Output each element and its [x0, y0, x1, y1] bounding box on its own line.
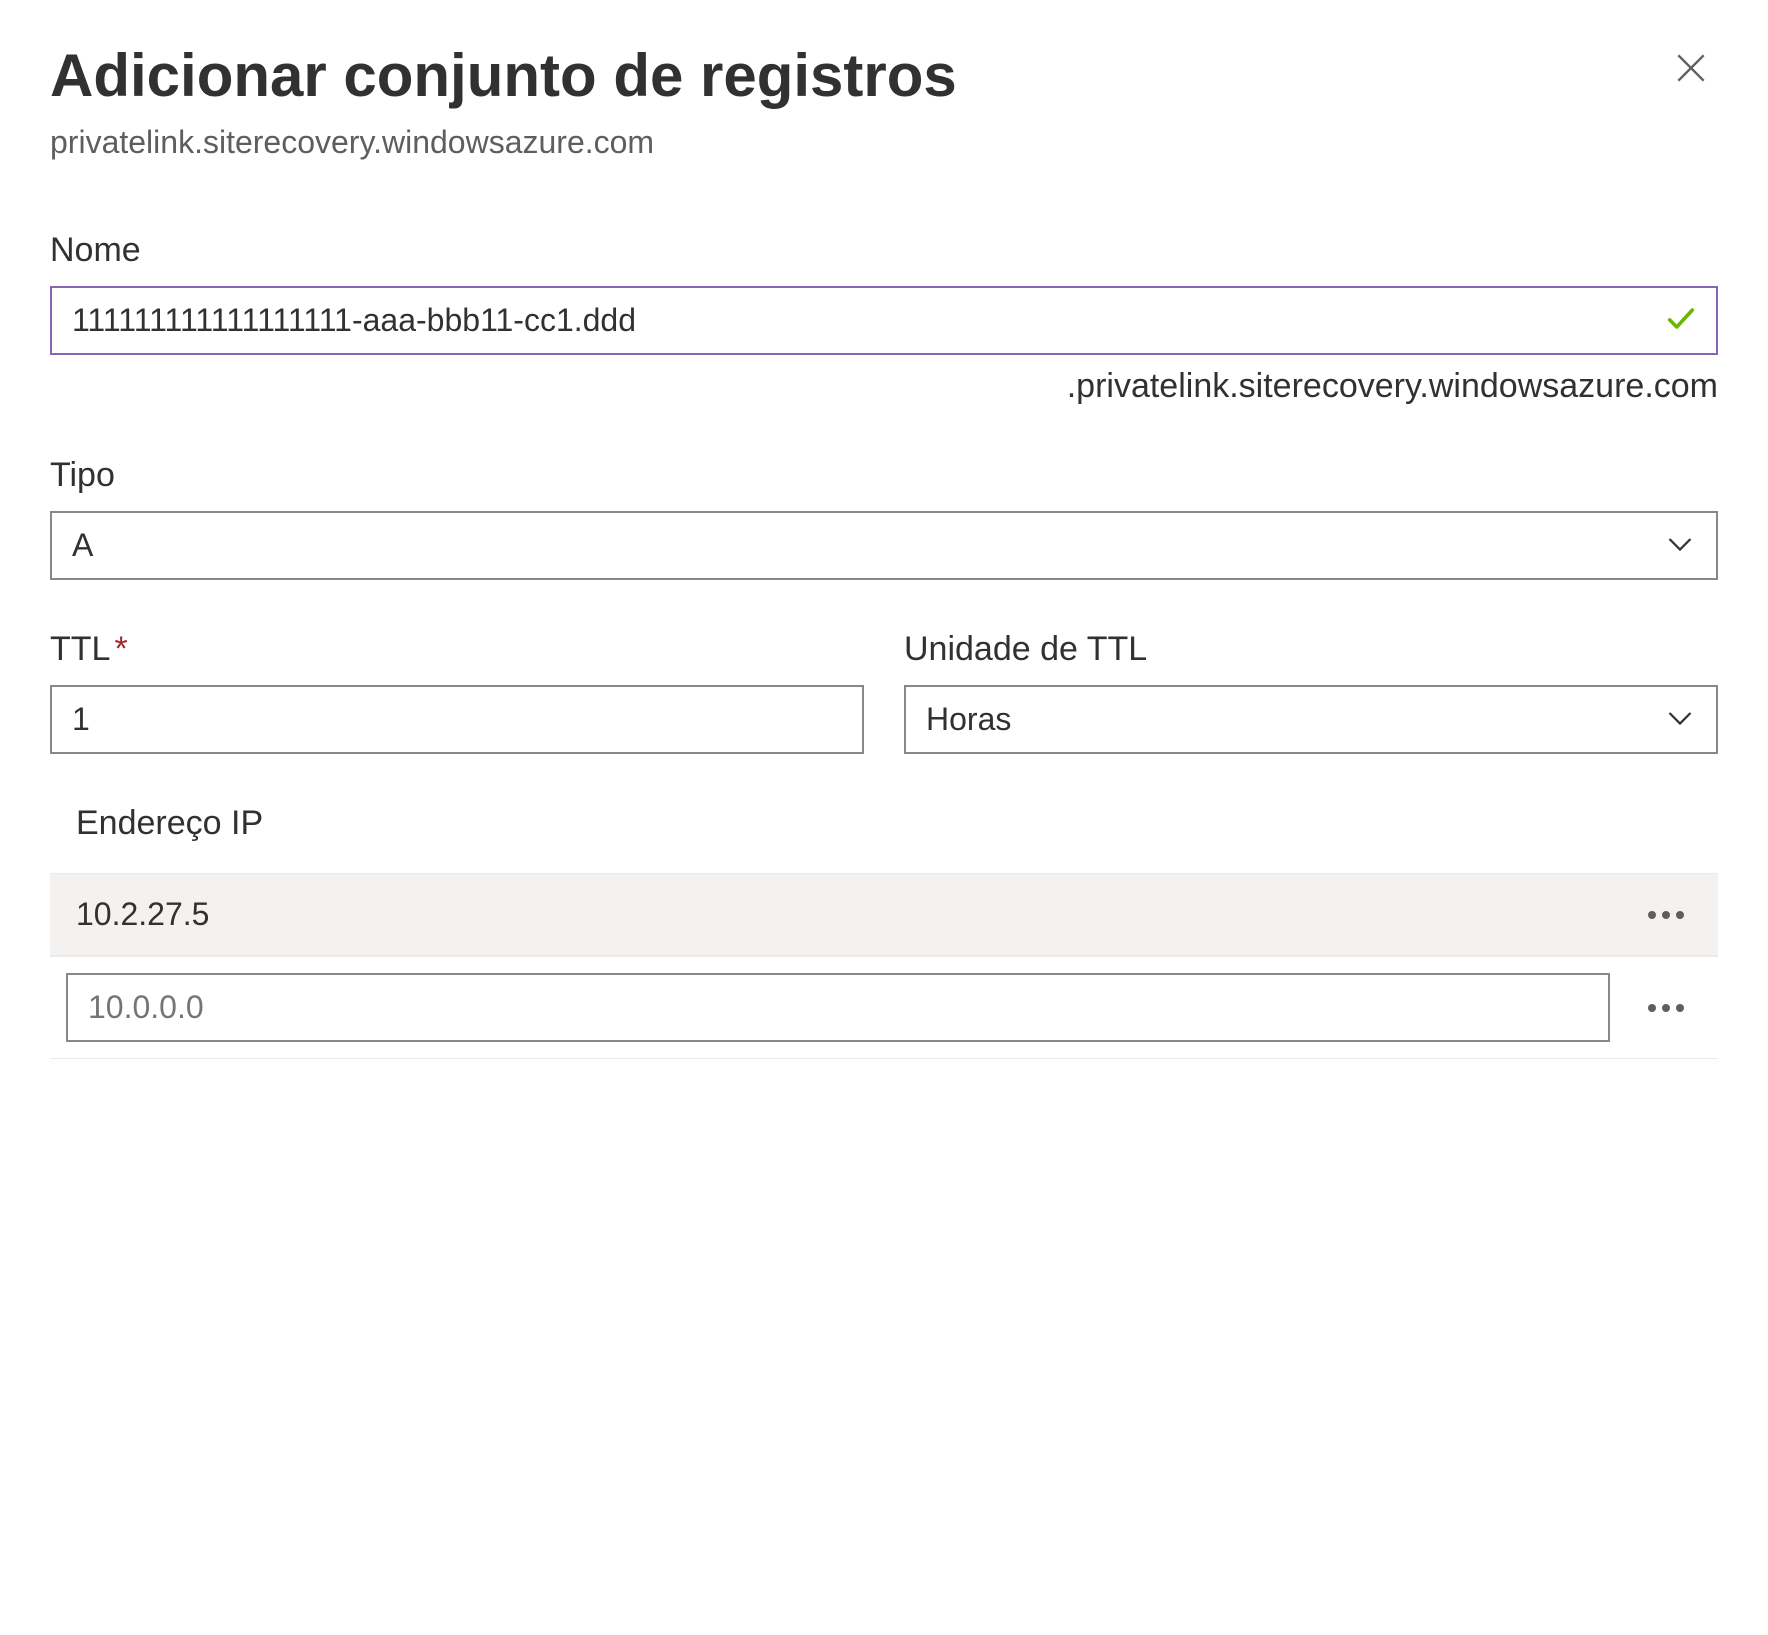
checkmark-icon	[1664, 301, 1698, 340]
ip-row	[50, 956, 1718, 1059]
ttl-unit-select[interactable]: Horas	[904, 685, 1718, 754]
close-icon	[1672, 49, 1710, 87]
close-button[interactable]	[1664, 40, 1718, 104]
more-button[interactable]	[1640, 903, 1692, 927]
panel-subtitle: privatelink.siterecovery.windowsazure.co…	[50, 124, 1718, 161]
ttl-label: TTL*	[50, 630, 864, 669]
ip-value: 10.2.27.5	[76, 896, 1640, 933]
name-label: Nome	[50, 231, 1718, 270]
panel-title: Adicionar conjunto de registros	[50, 40, 957, 112]
required-indicator: *	[114, 630, 127, 668]
ip-input[interactable]	[66, 973, 1610, 1042]
name-input[interactable]	[50, 286, 1718, 355]
more-button[interactable]	[1640, 996, 1692, 1020]
type-label: Tipo	[50, 456, 1718, 495]
ttl-unit-label: Unidade de TTL	[904, 630, 1718, 669]
name-suffix: .privatelink.siterecovery.windowsazure.c…	[50, 367, 1718, 406]
ip-row: 10.2.27.5	[50, 873, 1718, 956]
ttl-input[interactable]	[50, 685, 864, 754]
ip-address-label: Endereço IP	[50, 804, 1718, 843]
type-select[interactable]: A	[50, 511, 1718, 580]
